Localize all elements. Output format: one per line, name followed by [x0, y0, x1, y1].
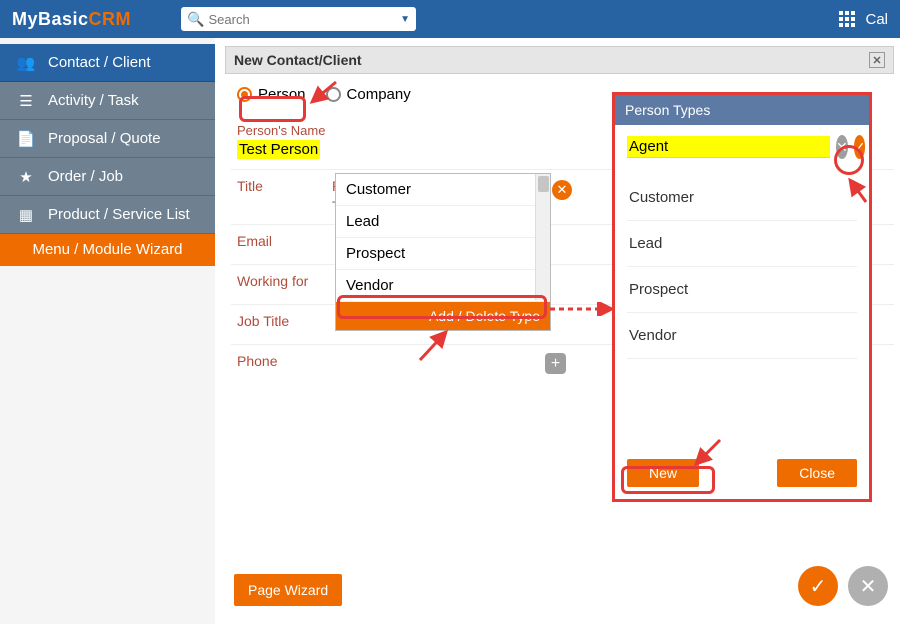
list-item[interactable]: Prospect — [627, 267, 857, 313]
brand-suffix: CRM — [89, 9, 132, 29]
search-input[interactable] — [208, 12, 400, 27]
cancel-icon[interactable]: ✕ — [836, 135, 848, 159]
sidebar-item-product[interactable]: ▦ Product / Service List — [0, 196, 215, 234]
list-item[interactable]: Vendor — [627, 313, 857, 359]
add-phone-icon[interactable]: + — [545, 353, 566, 374]
page-wizard-button[interactable]: Page Wizard — [234, 574, 342, 606]
sidebar-item-proposal[interactable]: 📄 Proposal / Quote — [0, 120, 215, 158]
field-jobtitle-label: Job Title — [237, 313, 332, 329]
sidebar-item-contact[interactable]: 👥 Contact / Client — [0, 44, 215, 82]
list-icon: ☰ — [16, 92, 36, 110]
add-delete-type-button[interactable]: Add / Delete Type — [336, 302, 550, 330]
dropdown-item[interactable]: Lead — [336, 206, 550, 238]
brand-logo: MyBasicCRM — [12, 9, 131, 30]
sidebar-item-label: Activity / Task — [48, 92, 139, 109]
modal-footer: New Close — [615, 451, 869, 499]
confirm-icon[interactable]: ✓ — [854, 135, 866, 159]
person-types-modal: Person Types ✕ ✓ Customer Lead Prospect … — [612, 92, 872, 502]
global-search[interactable]: 🔍 ▼ — [181, 7, 416, 31]
name-value[interactable]: Test Person — [237, 140, 320, 159]
grid-icon: ▦ — [16, 206, 36, 224]
radio-circle-selected-icon — [237, 87, 252, 102]
sidebar-item-label: Proposal / Quote — [48, 130, 161, 147]
modal-input-row: ✕ ✓ — [627, 135, 857, 159]
panel-header: New Contact/Client ✕ — [225, 46, 894, 74]
field-workingfor-label: Working for — [237, 273, 332, 289]
radio-person-label: Person — [258, 86, 306, 103]
floating-action-buttons: ✓ ✕ — [798, 566, 888, 606]
wizard-label: Menu / Module Wizard — [32, 241, 182, 258]
document-icon: 📄 — [16, 130, 36, 148]
radio-company-label: Company — [347, 86, 411, 103]
new-button[interactable]: New — [627, 459, 699, 487]
modal-title: Person Types — [615, 95, 869, 125]
sidebar-item-order[interactable]: ★ Order / Job — [0, 158, 215, 196]
caret-down-icon[interactable]: ▼ — [400, 14, 410, 25]
type-name-input[interactable] — [627, 136, 830, 158]
field-title-label: Title — [237, 178, 332, 194]
menu-module-wizard-button[interactable]: Menu / Module Wizard — [0, 234, 215, 266]
sidebar-item-label: Contact / Client — [48, 54, 151, 71]
modal-body: ✕ ✓ Customer Lead Prospect Vendor — [615, 125, 869, 451]
clear-icon[interactable]: ✕ — [552, 180, 572, 200]
apps-grid-icon[interactable] — [839, 11, 855, 27]
sidebar-item-label: Order / Job — [48, 168, 123, 185]
person-type-dropdown[interactable]: Customer Lead Prospect Vendor Add / Dele… — [335, 173, 551, 331]
sidebar-item-activity[interactable]: ☰ Activity / Task — [0, 82, 215, 120]
panel-title: New Contact/Client — [234, 52, 362, 68]
save-fab-icon[interactable]: ✓ — [798, 566, 838, 606]
topbar-right: Cal — [839, 11, 888, 28]
close-icon[interactable]: ✕ — [869, 52, 885, 68]
field-phone-label: Phone — [237, 353, 332, 369]
radio-circle-icon — [326, 87, 341, 102]
star-icon: ★ — [16, 168, 36, 186]
dropdown-item[interactable]: Prospect — [336, 238, 550, 270]
radio-company[interactable]: Company — [326, 86, 411, 103]
cancel-fab-icon[interactable]: ✕ — [848, 566, 888, 606]
field-email-label: Email — [237, 233, 332, 249]
people-icon: 👥 — [16, 54, 36, 72]
radio-person[interactable]: Person — [237, 86, 306, 103]
list-item[interactable]: Customer — [627, 175, 857, 221]
close-button[interactable]: Close — [777, 459, 857, 487]
scrollbar-thumb[interactable] — [538, 176, 549, 192]
dropdown-item[interactable]: Vendor — [336, 270, 550, 302]
dropdown-item[interactable]: Customer — [336, 174, 550, 206]
brand-prefix: MyBasic — [12, 9, 89, 29]
sidebar-item-label: Product / Service List — [48, 206, 190, 223]
list-item[interactable]: Lead — [627, 221, 857, 267]
search-icon: 🔍 — [187, 11, 204, 28]
types-list: Customer Lead Prospect Vendor — [627, 175, 857, 359]
scrollbar[interactable] — [535, 174, 550, 300]
calendar-link[interactable]: Cal — [865, 11, 888, 28]
topbar: MyBasicCRM 🔍 ▼ Cal — [0, 0, 900, 38]
sidebar: 👥 Contact / Client ☰ Activity / Task 📄 P… — [0, 38, 215, 624]
